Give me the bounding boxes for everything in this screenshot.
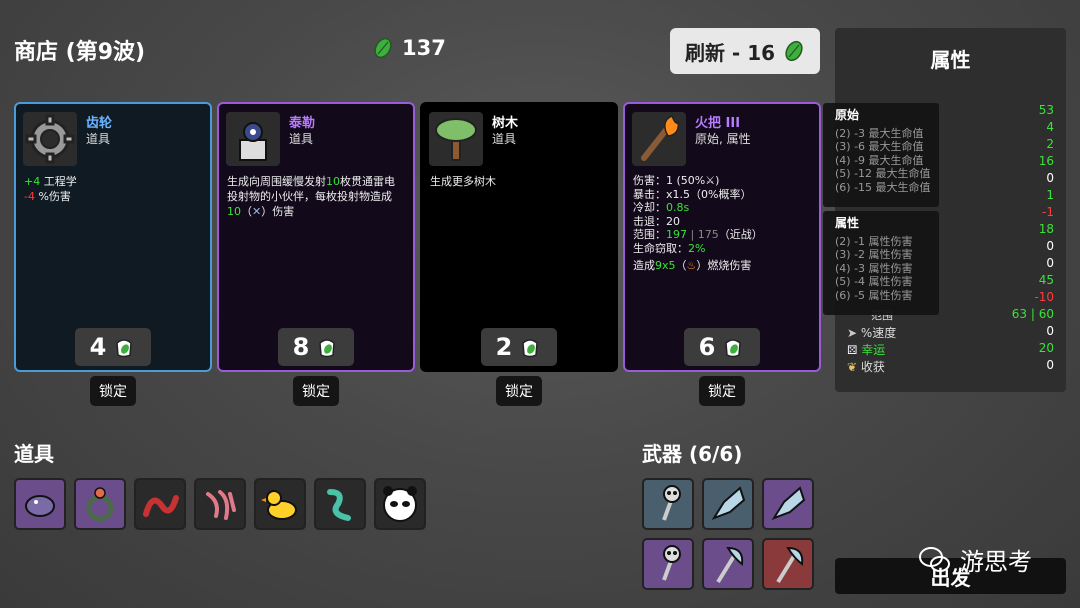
card-name: 齿轮 [86, 116, 113, 131]
card-description: 生成向周围缓慢发射10枚贯通雷电投射物的小伙伴，每枚投射物造成10（✕）伤害 [227, 175, 395, 218]
fire-icon: ♨ [686, 259, 697, 272]
reroll-button[interactable]: 刷新 - 16 [670, 28, 820, 74]
teal-serpent-icon [327, 489, 351, 521]
battle-axe-icon [776, 546, 804, 584]
rubber-duck-icon [261, 490, 297, 520]
blob-creature-icon [25, 495, 55, 517]
item-slot[interactable] [74, 478, 126, 530]
weapon-slot[interactable] [702, 538, 754, 590]
stat-row-speed: ➤ %速度 0 [847, 324, 1054, 340]
item-slot[interactable] [194, 478, 246, 530]
card-description: 伤害：1 (50%⚔) 暴击：x1.5（0%概率） 冷却：0.8s 击退：20 … [633, 174, 763, 272]
panda-face-icon [383, 486, 417, 522]
item-slot[interactable] [134, 478, 186, 530]
skull-staff-icon [662, 485, 681, 521]
weapon-slot[interactable] [702, 478, 754, 530]
card-name: 树木 [492, 116, 519, 131]
lock-button[interactable]: 锁定 [90, 376, 136, 406]
lock-button[interactable]: 锁定 [496, 376, 542, 406]
pink-tentacle-icon [206, 490, 236, 520]
item-slot[interactable] [374, 478, 426, 530]
dice-icon: ⚄ [847, 343, 858, 357]
stat-row-harvest: ❦ 收获 0 [847, 358, 1054, 374]
battle-axe-icon [716, 546, 744, 584]
buy-button[interactable]: 6 [684, 328, 760, 366]
card-name: 泰勒 [289, 116, 316, 131]
item-slot[interactable] [254, 478, 306, 530]
stat-row-luck: ⚄ 幸运 20 [847, 341, 1054, 357]
stats-title: 属性 [930, 48, 971, 72]
material-icon [374, 37, 392, 59]
set-bonus-tooltip-elemental: 属性 (2) -1 属性伤害 (3) -2 属性伤害 (4) -3 属性伤害 (… [823, 211, 939, 315]
material-bag-icon [522, 339, 539, 358]
gear-icon [23, 112, 77, 166]
reroll-label: 刷新 - 16 [684, 40, 776, 65]
harvest-icon: ❦ [847, 360, 858, 374]
price-value: 4 [89, 333, 107, 361]
card-description: 生成更多树木 [430, 175, 496, 188]
watermark-text: 游思考 [960, 548, 1032, 576]
tree-icon [429, 112, 483, 166]
weapon-slot[interactable] [762, 538, 814, 590]
item-slot[interactable] [14, 478, 66, 530]
material-icon [785, 40, 803, 62]
ring-creature-icon [86, 487, 114, 522]
item-slot[interactable] [314, 478, 366, 530]
materials-counter: 137 [372, 36, 446, 60]
skull-staff-icon [662, 545, 681, 581]
card-name: 火把 III [695, 116, 741, 131]
shop-card-torch[interactable]: 火把 III 原始, 属性 伤害：1 (50%⚔) 暴击：x1.5（0%概率） … [623, 102, 821, 372]
material-bag-icon [725, 339, 742, 358]
price-value: 6 [698, 333, 716, 361]
card-type: 道具 [492, 132, 517, 146]
items-title: 道具 [14, 442, 54, 466]
weapon-slot[interactable] [642, 538, 694, 590]
speed-icon: ➤ [847, 326, 858, 340]
card-type: 原始, 属性 [695, 132, 751, 146]
torch-icon [632, 112, 686, 166]
shop-card-tyler[interactable]: 泰勒 道具 生成向周围缓慢发射10枚贯通雷电投射物的小伙伴，每枚投射物造成10（… [217, 102, 415, 372]
card-type: 道具 [86, 132, 111, 146]
crystal-axe-icon [771, 486, 806, 520]
price-value: 2 [495, 333, 513, 361]
red-worm-icon [143, 495, 179, 517]
shop-card-tree[interactable]: 树木 道具 生成更多树木 2 [420, 102, 618, 372]
shop-card-gear[interactable]: 齿轮 道具 +4 工程学 -4 %伤害 4 [14, 102, 212, 372]
buy-button[interactable]: 4 [75, 328, 151, 366]
set-bonus-tooltip-primitive: 原始 (2) -3 最大生命值 (3) -6 最大生命值 (4) -9 最大生命… [823, 103, 939, 207]
shop-title: 商店 (第9波) [14, 40, 146, 65]
weapon-slot[interactable] [762, 478, 814, 530]
buy-button[interactable]: 2 [481, 328, 557, 366]
crystal-axe-icon [711, 486, 746, 520]
tyler-icon [226, 112, 280, 166]
card-type: 道具 [289, 132, 314, 146]
stats-panel: 属性 53 4 2 16 0 1 -1 18 0 0 45 -10 范围 63 … [835, 28, 1066, 392]
lock-button[interactable]: 锁定 [699, 376, 745, 406]
material-bag-icon [319, 339, 336, 358]
wechat-icon [919, 546, 950, 572]
weapons-title: 武器 (6/6) [642, 442, 743, 466]
materials-count: 137 [402, 36, 446, 60]
engineering-icon: ✕ [252, 205, 262, 218]
material-bag-icon [116, 339, 133, 358]
lock-button[interactable]: 锁定 [293, 376, 339, 406]
price-value: 8 [292, 333, 310, 361]
card-description: +4 工程学 -4 %伤害 [24, 175, 77, 203]
melee-damage-icon: ⚔ [705, 174, 716, 187]
buy-button[interactable]: 8 [278, 328, 354, 366]
watermark: 游思考 [918, 542, 1032, 577]
weapon-slot[interactable] [642, 478, 694, 530]
